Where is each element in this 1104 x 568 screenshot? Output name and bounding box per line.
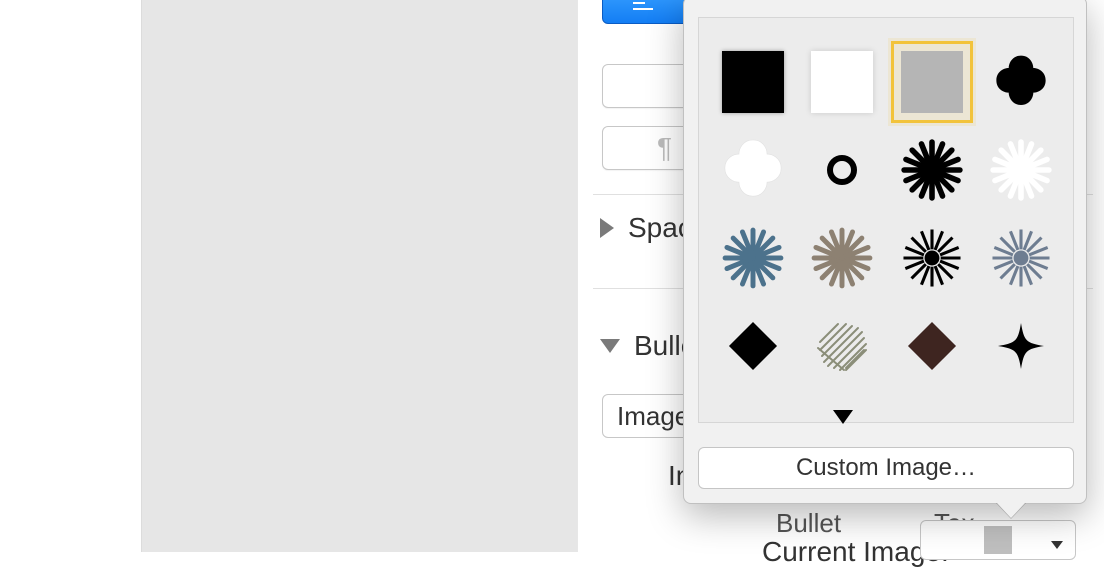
bullets-section-header[interactable]: Bulle [600,330,696,362]
bullet-swatch-square-black[interactable] [709,38,797,126]
pilcrow-icon: ¶ [657,132,672,164]
bullet-swatch-square-white[interactable] [798,38,886,126]
current-image-swatch [984,526,1012,554]
bullet-swatch-quatrefoil-white[interactable] [709,126,797,214]
bullet-image-popover: Custom Image… [683,0,1087,504]
bullet-image-grid [698,17,1074,423]
bullet-swatch-diamond-black[interactable] [709,302,797,390]
bullet-type-value: Image [617,401,689,432]
chevron-down-icon [1051,541,1063,549]
bullet-swatch-diamond-sketch[interactable] [798,302,886,390]
spacing-section-header[interactable]: Spac [600,212,692,244]
popover-tail [996,502,1026,518]
bullet-swatch-more-indicator [833,410,853,424]
bullet-column-label: Bullet [776,508,841,539]
bullet-swatch-diamond-brown[interactable] [888,302,976,390]
bullet-swatch-quatrefoil-black[interactable] [977,38,1065,126]
bullet-swatch-sun-black[interactable] [888,214,976,302]
bullet-swatch-circle-outline[interactable] [798,126,886,214]
bullet-swatch-square-grey[interactable] [888,38,976,126]
bullet-swatch-sun-slate[interactable] [977,214,1065,302]
bullet-swatch-burst-taupe[interactable] [798,214,886,302]
chevron-right-icon [600,218,614,238]
chevron-down-icon [600,339,620,353]
align-left-icon [625,0,661,12]
bullet-swatch-burst-black[interactable] [888,126,976,214]
custom-image-button[interactable]: Custom Image… [698,447,1074,489]
custom-image-label: Custom Image… [796,454,976,482]
bullet-swatch-burst-white[interactable] [977,126,1065,214]
current-image-swatch-button[interactable] [920,520,1076,560]
bullet-swatch-burst-steel[interactable] [709,214,797,302]
bullet-swatch-fourpoint-star[interactable] [977,302,1065,390]
editor-canvas[interactable] [141,0,577,552]
